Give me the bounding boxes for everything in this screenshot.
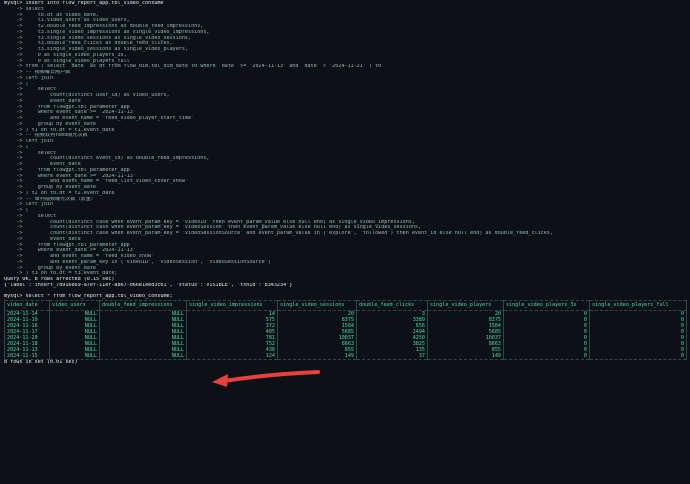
column-header: single_video_players_3s	[503, 300, 590, 311]
result-header-row: video_date video_users double_feed_impress…	[4, 300, 687, 311]
terminal-window[interactable]: mysql> insert into flow_report_app.tbl_v…	[0, 0, 690, 484]
column-header: double_feed_impressions	[99, 300, 187, 311]
column-header: single_video_players	[427, 300, 504, 311]
result-body: 2024-11-14 NULL NULL 14 20 3 20 0 0 2024-11-19 NUL…	[4, 310, 687, 360]
column-header: video_users	[49, 300, 100, 311]
table-cell: NULL	[99, 353, 187, 360]
table-cell: 0	[589, 353, 687, 360]
table-cell: 149	[427, 353, 504, 360]
table-cell: 37	[356, 353, 428, 360]
query-block: mysql> insert into flow_report_app.tbl_v…	[4, 1, 686, 277]
rows-footer-line: 8 rows in set (0.01 sec)	[4, 360, 78, 365]
column-header: single_video_players_full	[589, 300, 687, 311]
column-header: single_video_sessions	[277, 300, 357, 311]
column-header: video_date	[4, 300, 50, 311]
column-header: single_video_impressions	[186, 300, 278, 311]
table-cell: 0	[503, 353, 590, 360]
column-header: double_feed_clicks	[356, 300, 428, 311]
table-row: 2024-11-15 NULL NULL 124 149 37 149 0 0	[4, 353, 687, 360]
result-table: video_date video_users double_feed_impress…	[4, 300, 687, 360]
table-cell: 2024-11-15	[4, 353, 50, 360]
red-arrow-icon	[212, 370, 320, 387]
table-cell: 149	[277, 353, 357, 360]
table-cell: 124	[186, 353, 278, 360]
table-cell: NULL	[49, 353, 100, 360]
